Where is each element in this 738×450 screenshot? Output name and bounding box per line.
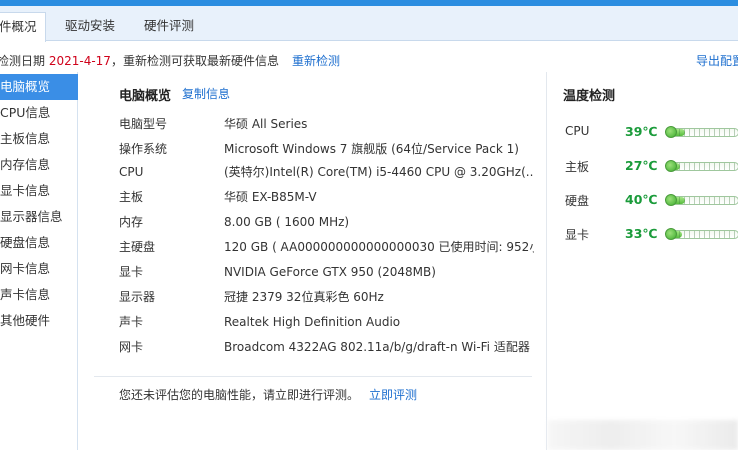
thermometer-ticks	[670, 197, 738, 204]
spec-value: 华硕 EX-B85M-V	[224, 190, 317, 204]
thermometer-bulb-icon	[665, 228, 677, 240]
detect-date-suffix: ，重新检测可获取最新硬件信息	[110, 54, 279, 68]
spec-key: 主硬盘	[119, 240, 156, 254]
sidebar-item-other[interactable]: 其他硬件	[0, 308, 78, 334]
tab-overview[interactable]: 件概况	[0, 12, 46, 42]
temp-row-gpu: 显卡 33℃	[547, 224, 738, 244]
evaluate-now-link[interactable]: 立即评测	[369, 386, 417, 403]
temp-row-motherboard: 主板 27℃	[547, 156, 738, 176]
spec-key: 电脑型号	[119, 117, 168, 131]
sidebar-item-audio[interactable]: 声卡信息	[0, 282, 78, 308]
detect-date-value: 2021-4-17	[48, 54, 111, 68]
eval-prompt-text: 您还未评估您的电脑性能，请立即进行评测。	[119, 388, 360, 402]
tab-hardware-benchmark[interactable]: 硬件评测	[141, 12, 197, 41]
thermometer-gauge	[669, 196, 738, 205]
spec-key: 显卡	[119, 265, 144, 279]
spec-key: 操作系统	[119, 142, 168, 156]
spec-value: 8.00 GB ( 1600 MHz)	[224, 215, 350, 229]
overview-panel: 电脑概览 复制信息 电脑型号 华硕 All Series 操作系统 Microsof…	[79, 72, 546, 450]
spec-value: Broadcom 4322AG 802.11a/b/g/draft-n Wi-F…	[224, 340, 530, 354]
temperature-title: 温度检测	[563, 89, 616, 104]
sidebar-item-overview[interactable]: 电脑概览	[0, 74, 78, 100]
thermometer-gauge	[669, 128, 738, 137]
spec-key: 声卡	[119, 315, 144, 329]
temp-value: 27℃	[625, 158, 658, 173]
export-config-link[interactable]: 导出配置	[696, 52, 738, 69]
spec-row: 网卡 Broadcom 4322AG 802.11a/b/g/draft-n Wi…	[119, 337, 539, 357]
sidebar-item-disk[interactable]: 硬盘信息	[0, 230, 78, 256]
spec-key: 显示器	[119, 290, 156, 304]
spec-value: (英特尔)Intel(R) Core(TM) i5-4460 CPU @ 3.2…	[224, 165, 534, 179]
spec-value: NVIDIA GeForce GTX 950 (2048MB)	[224, 265, 436, 279]
temp-value: 33℃	[625, 226, 658, 241]
overview-title: 电脑概览	[119, 89, 172, 104]
temp-row-disk: 硬盘 40℃	[547, 190, 738, 210]
spec-row: 内存 8.00 GB ( 1600 MHz)	[119, 212, 539, 232]
spec-row: 声卡 Realtek High Definition Audio	[119, 312, 539, 332]
spec-row: 电脑型号 华硕 All Series	[119, 114, 539, 134]
sidebar: 电脑概览 CPU信息 主板信息 内存信息 显卡信息 显示器信息 硬盘信息 网卡信…	[0, 72, 78, 450]
thermometer-bulb-icon	[665, 126, 677, 138]
spec-value: 120 GB ( AA000000000000000030 已使用时间: 952…	[224, 240, 534, 254]
temp-label: 显卡	[565, 228, 590, 242]
temp-label: 硬盘	[565, 194, 590, 208]
tab-driver-install[interactable]: 驱动安装	[62, 12, 118, 41]
thermometer-bulb-icon	[665, 160, 677, 172]
detect-date-text: 检测日期 2021-4-17，重新检测可获取最新硬件信息	[0, 52, 279, 69]
sidebar-item-memory[interactable]: 内存信息	[0, 152, 78, 178]
spec-value: Realtek High Definition Audio	[224, 315, 401, 329]
blurred-area	[548, 420, 738, 450]
spec-key: CPU	[119, 165, 144, 179]
spec-value: 华硕 All Series	[224, 117, 308, 131]
temp-value: 39℃	[625, 124, 658, 139]
spec-key: 网卡	[119, 340, 144, 354]
thermometer-ticks	[670, 163, 738, 170]
temp-row-cpu: CPU 39℃	[547, 122, 738, 142]
detect-date-prefix: 检测日期	[0, 54, 49, 68]
recheck-link[interactable]: 重新检测	[292, 52, 340, 69]
sidebar-item-cpu[interactable]: CPU信息	[0, 100, 78, 126]
copy-info-link[interactable]: 复制信息	[182, 85, 230, 102]
spec-key: 主板	[119, 190, 144, 204]
info-bar: 检测日期 2021-4-17，重新检测可获取最新硬件信息 重新检测 导出配置	[0, 46, 738, 72]
spec-row: 主硬盘 120 GB ( AA000000000000000030 已使用时间: …	[119, 237, 539, 257]
thermometer-ticks	[670, 231, 738, 238]
sidebar-item-gpu[interactable]: 显卡信息	[0, 178, 78, 204]
section-divider	[94, 376, 532, 377]
thermometer-gauge	[669, 230, 738, 239]
temp-value: 40℃	[625, 192, 658, 207]
spec-value: 冠捷 2379 32位真彩色 60Hz	[224, 290, 384, 304]
temperature-panel: 温度检测 CPU 39℃ 主板 27℃ 硬盘 40℃ 显卡 33℃	[546, 72, 738, 450]
sidebar-item-motherboard[interactable]: 主板信息	[0, 126, 78, 152]
temp-label: 主板	[565, 160, 590, 174]
thermometer-bulb-icon	[665, 194, 677, 206]
thermometer-ticks	[670, 129, 738, 136]
spec-row: CPU (英特尔)Intel(R) Core(TM) i5-4460 CPU @ …	[119, 162, 539, 182]
spec-key: 内存	[119, 215, 144, 229]
tab-bar: 件概况 驱动安装 硬件评测	[0, 6, 738, 42]
spec-row: 主板 华硕 EX-B85M-V	[119, 187, 539, 207]
temp-label: CPU	[565, 124, 590, 138]
spec-row: 显示器 冠捷 2379 32位真彩色 60Hz	[119, 287, 539, 307]
thermometer-gauge	[669, 162, 738, 171]
sidebar-item-network[interactable]: 网卡信息	[0, 256, 78, 282]
sidebar-item-monitor[interactable]: 显示器信息	[0, 204, 78, 230]
spec-row: 操作系统 Microsoft Windows 7 旗舰版 (64位/Service…	[119, 139, 539, 159]
spec-row: 显卡 NVIDIA GeForce GTX 950 (2048MB)	[119, 262, 539, 282]
spec-value: Microsoft Windows 7 旗舰版 (64位/Service Pac…	[224, 142, 519, 156]
